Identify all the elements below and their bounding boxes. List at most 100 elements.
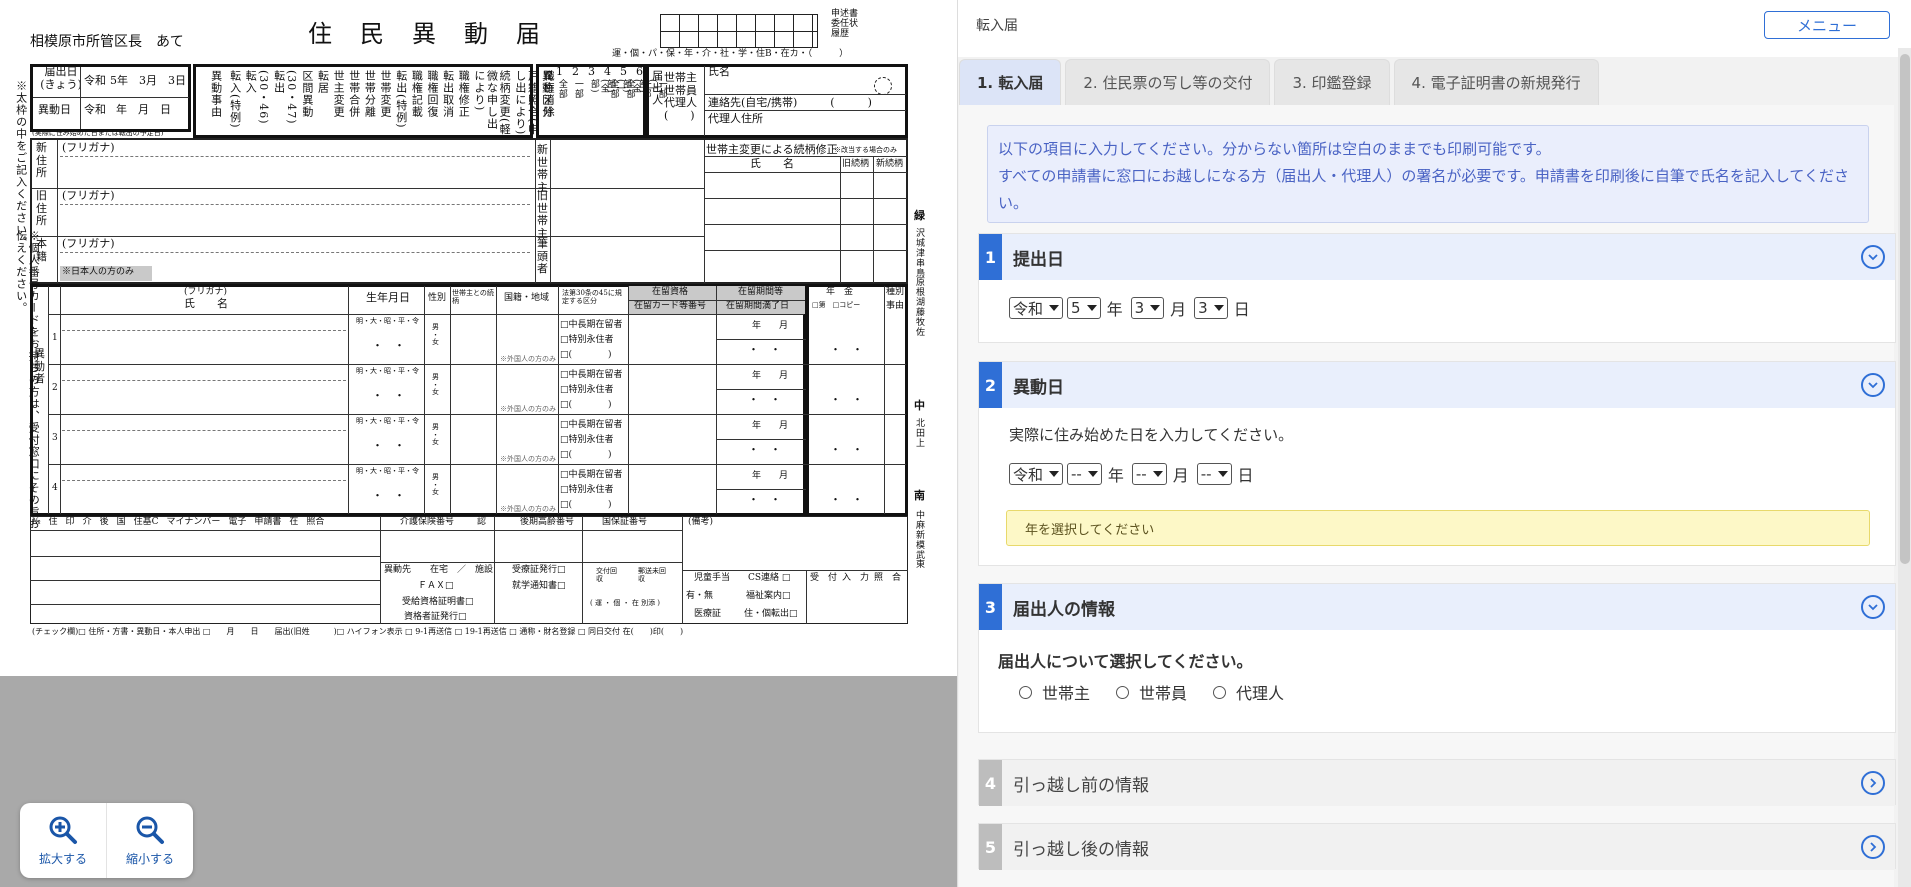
- section-header[interactable]: 2 異動日: [979, 362, 1895, 408]
- pension-dots-1: ・ ・: [830, 343, 863, 356]
- form-title: 住 民 異 動 届: [308, 20, 542, 48]
- sex-1: 男 ・ 女: [432, 323, 439, 347]
- sex-4: 男 ・ 女: [432, 473, 439, 497]
- year-select[interactable]: --: [1067, 463, 1102, 485]
- chevron-up-icon[interactable]: [1861, 595, 1885, 619]
- section-header[interactable]: 5 引っ越し後の情報: [979, 824, 1895, 870]
- birth-dots-1: ・ ・: [372, 339, 405, 352]
- col-relation: 世帯主との続柄: [452, 289, 494, 305]
- furigana-new: (フリガナ): [62, 141, 115, 154]
- row-num-4: 4: [52, 483, 58, 493]
- reason-list: 転入(特例) (30・46)転入 (30・47)転出 区間異動 転居 世主変更 世帯合併 世帯…: [228, 70, 556, 136]
- head-name-label: 筆頭者: [537, 237, 548, 276]
- section-header[interactable]: 3 届出人の情報: [979, 584, 1895, 630]
- home-facility: 在宅 ／ 施設: [430, 565, 494, 575]
- chevron-up-icon[interactable]: [1861, 373, 1885, 397]
- day-unit: 日: [1233, 300, 1250, 319]
- tab-denshi-shomei[interactable]: 4. 電子証明書の新規発行: [1393, 59, 1599, 105]
- submit-date-value: 5年 3月 3日: [110, 74, 186, 87]
- radio-setaiin[interactable]: 世帯員: [1116, 680, 1187, 704]
- radio-circle[interactable]: [1116, 685, 1130, 699]
- section-header[interactable]: 4 引っ越し前の情報: [979, 760, 1895, 806]
- zoom-out-button[interactable]: 縮小する: [106, 803, 193, 878]
- zoom-in-button[interactable]: 拡大する: [20, 803, 106, 878]
- new-relation-label: 新続柄: [876, 159, 904, 169]
- cs-contact: CS連絡 □: [748, 573, 791, 583]
- form-recipient: 相模原市所管区長 あて: [30, 34, 184, 50]
- category-list: 1 全部 2 一部 3 全部(全部) 4 全部(一部) 5 一部(全部) 6 一部(一部): [556, 65, 667, 99]
- birth-dots-4: ・ ・: [372, 489, 405, 502]
- old-relation-label: 旧続柄: [842, 159, 870, 169]
- chevron-right-icon[interactable]: [1861, 771, 1885, 795]
- submit-date-row: 令和 5 年 3 月 3 日: [1009, 296, 1258, 320]
- birth-eras-2: 明・大・昭・平・令: [356, 367, 419, 375]
- agent-address-label: 代理人住所: [708, 112, 763, 125]
- section-before-move[interactable]: 4 引っ越し前の情報: [978, 759, 1896, 806]
- col-birth: 生年月日: [366, 291, 410, 304]
- pension-dots-4: ・ ・: [830, 493, 863, 506]
- tab-juminhyo[interactable]: 2. 住民票の写し等の交付: [1065, 59, 1271, 105]
- col-expiry: 在留期間満了日: [726, 301, 790, 311]
- submit-era: 令和: [84, 74, 106, 87]
- menu-button[interactable]: メニュー: [1764, 11, 1890, 39]
- zoom-out-icon: [136, 816, 164, 844]
- welfare-info: 福祉案内□: [746, 591, 791, 601]
- col-law: 法第30条の45に規定する区分: [562, 289, 622, 305]
- section-title: 届出人の情報: [1013, 599, 1115, 620]
- section-number: 3: [979, 584, 1002, 630]
- month-select[interactable]: 3: [1130, 297, 1165, 319]
- radio-circle[interactable]: [1213, 685, 1227, 699]
- section-move-date: 2 異動日 実際に住み始めた日を入力してください。 令和 -- 年 -- 月 -…: [978, 361, 1896, 566]
- tab-inkan[interactable]: 3. 印鑑登録: [1274, 59, 1390, 105]
- pension-dots-3: ・ ・: [830, 443, 863, 456]
- chevron-up-icon[interactable]: [1861, 245, 1885, 269]
- radio-circle[interactable]: [1019, 685, 1032, 699]
- col-kind: 種別: [886, 287, 905, 297]
- declarant-header: 届出人: [650, 70, 664, 106]
- side-label-chuo: 中: [914, 399, 925, 412]
- section-number: 4: [979, 760, 1002, 806]
- col-card: 在留カード等番号: [634, 301, 707, 311]
- side-label-chuo-areas: 北田上: [916, 419, 926, 449]
- era-select[interactable]: 令和: [1009, 463, 1064, 485]
- day-select[interactable]: --: [1196, 463, 1232, 485]
- birth-eras-1: 明・大・昭・平・令: [356, 317, 419, 325]
- line-codes: 運・個・パ・保・年・介・社・学・住B・在カ・（ ）: [612, 49, 849, 59]
- col-sex: 性別: [428, 293, 447, 303]
- date-note: (実際に住み始めた日または転出の予定日): [32, 129, 164, 137]
- section-number: 1: [979, 234, 1002, 280]
- day-unit: 日: [1237, 466, 1254, 485]
- radio-dairinin[interactable]: 代理人: [1213, 680, 1284, 704]
- tab-tennyu[interactable]: 1. 転入届: [959, 59, 1062, 105]
- month-unit: 月: [1170, 300, 1187, 319]
- foreign-only-2: ※外国人の方のみ: [500, 405, 556, 413]
- day-select[interactable]: 3: [1194, 297, 1228, 319]
- month-select[interactable]: --: [1131, 463, 1167, 485]
- birth-eras-4: 明・大・昭・平・令: [356, 467, 419, 475]
- insurance-no: 介護保険番号: [400, 517, 455, 527]
- section-header[interactable]: 1 提出日: [979, 234, 1895, 280]
- side-label-minami: 南: [914, 489, 925, 502]
- radio-setainushi[interactable]: 世帯主: [1019, 680, 1090, 704]
- mail-label: 郵送未回収: [638, 567, 666, 583]
- scrollbar[interactable]: [1898, 48, 1911, 887]
- pension-dots-2: ・ ・: [830, 393, 863, 406]
- zoom-in-icon: [49, 816, 77, 844]
- col-nationality: 国籍・地域: [504, 293, 550, 303]
- section-title: 引っ越し後の情報: [1013, 839, 1149, 860]
- sex-3: 男 ・ 女: [432, 423, 439, 447]
- form-scroll-area: 1. 転入届 2. 住民票の写し等の交付 3. 印鑑登録 4. 電子証明書の新規…: [958, 57, 1898, 887]
- month-unit: 月: [1172, 466, 1189, 485]
- era-select[interactable]: 令和: [1009, 297, 1064, 319]
- household-change-label: 世帯主変更による続柄修正: [706, 143, 838, 156]
- expiry-1: ・ ・: [748, 343, 781, 356]
- period-1: 年 月: [752, 321, 789, 331]
- year-unit: 年: [1107, 466, 1124, 485]
- year-select[interactable]: 5: [1067, 297, 1101, 319]
- scrollbar-thumb[interactable]: [1900, 54, 1910, 564]
- section-after-move[interactable]: 5 引っ越し後の情報: [978, 823, 1896, 870]
- declarant-name-label: 氏名: [708, 65, 730, 78]
- chevron-right-icon[interactable]: [1861, 835, 1885, 859]
- section-submit-date: 1 提出日 令和 5 年 3 月 3 日: [978, 233, 1896, 343]
- section-declarant: 3 届出人の情報 届出人について選択してください。 世帯主 世帯員 代理人: [978, 583, 1896, 733]
